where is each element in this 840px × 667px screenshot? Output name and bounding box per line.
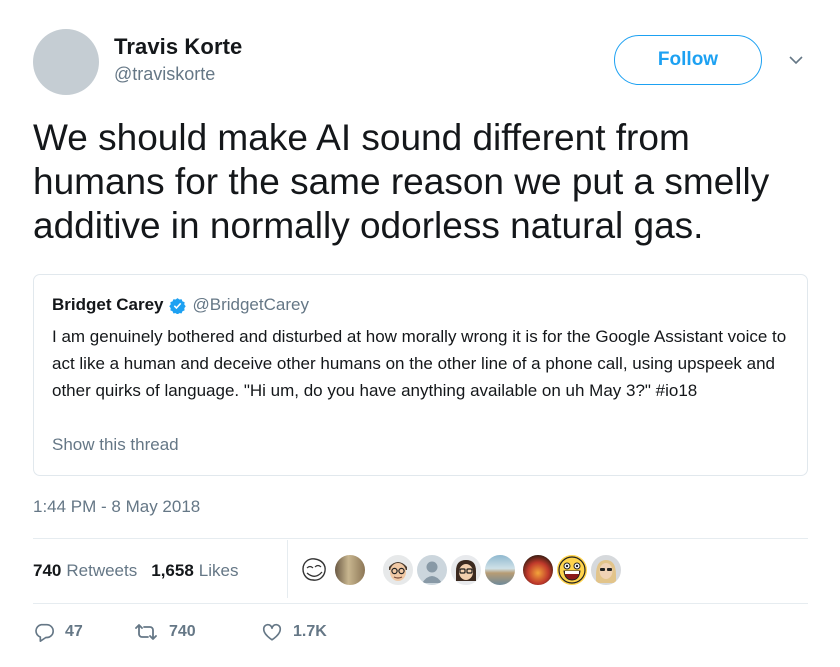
reply-action[interactable]: 47: [33, 621, 133, 643]
follow-button[interactable]: Follow: [614, 35, 762, 85]
like-action[interactable]: 1.7K: [261, 621, 327, 643]
retweet-action[interactable]: 740: [133, 621, 261, 643]
reply-icon: [35, 623, 54, 642]
quoted-tweet-header: Bridget Carey @BridgetCarey: [52, 295, 309, 315]
liker-avatar-troll-face[interactable]: [297, 553, 331, 587]
likes-stat[interactable]: 1,658 Likes: [151, 561, 238, 581]
likes-label: Likes: [198, 561, 239, 580]
verified-badge-icon: [169, 297, 187, 314]
retweets-stat[interactable]: 740 Retweets: [33, 561, 137, 581]
retweets-label: Retweets: [66, 561, 138, 580]
divider: [33, 538, 808, 539]
tweet-stats: 740 Retweets 1,658 Likes: [33, 561, 238, 581]
tweet-actions: 47 740 1.7K: [33, 621, 327, 643]
liker-avatar-beach[interactable]: [483, 553, 517, 587]
quoted-tweet[interactable]: Bridget Carey @BridgetCarey I am genuine…: [33, 274, 808, 476]
quoted-author-handle: @BridgetCarey: [192, 295, 309, 314]
quoted-author-name: Bridget Carey: [52, 295, 164, 314]
tweet-timestamp[interactable]: 1:44 PM - 8 May 2018: [33, 497, 200, 517]
tweet-text: We should make AI sound different from h…: [33, 117, 770, 246]
liker-avatar-fire[interactable]: [521, 553, 555, 587]
liker-avatar-glasses-man[interactable]: [381, 553, 415, 587]
reply-count: 47: [65, 623, 83, 640]
likes-count: 1,658: [151, 561, 194, 580]
divider: [33, 603, 808, 604]
liker-avatar-default-person[interactable]: [415, 553, 449, 587]
liker-avatar-tree[interactable]: [333, 553, 367, 587]
author-handle[interactable]: @traviskorte: [114, 64, 215, 85]
retweet-icon: [135, 624, 157, 640]
liker-avatar-glasses-girl[interactable]: [449, 553, 483, 587]
liker-avatar-grin-face[interactable]: [555, 553, 589, 587]
heart-icon: [262, 623, 282, 641]
retweets-count: 740: [33, 561, 62, 580]
show-thread-link[interactable]: Show this thread: [52, 435, 179, 455]
author-avatar[interactable]: [33, 29, 99, 95]
author-name[interactable]: Travis Korte: [114, 34, 242, 60]
liker-avatar-woman[interactable]: [589, 553, 623, 587]
retweet-count: 740: [169, 623, 196, 640]
quoted-tweet-text: I am genuinely bothered and disturbed at…: [52, 327, 787, 400]
chevron-down-icon[interactable]: [787, 53, 805, 67]
like-count: 1.7K: [293, 623, 327, 640]
stats-separator: [287, 540, 288, 598]
